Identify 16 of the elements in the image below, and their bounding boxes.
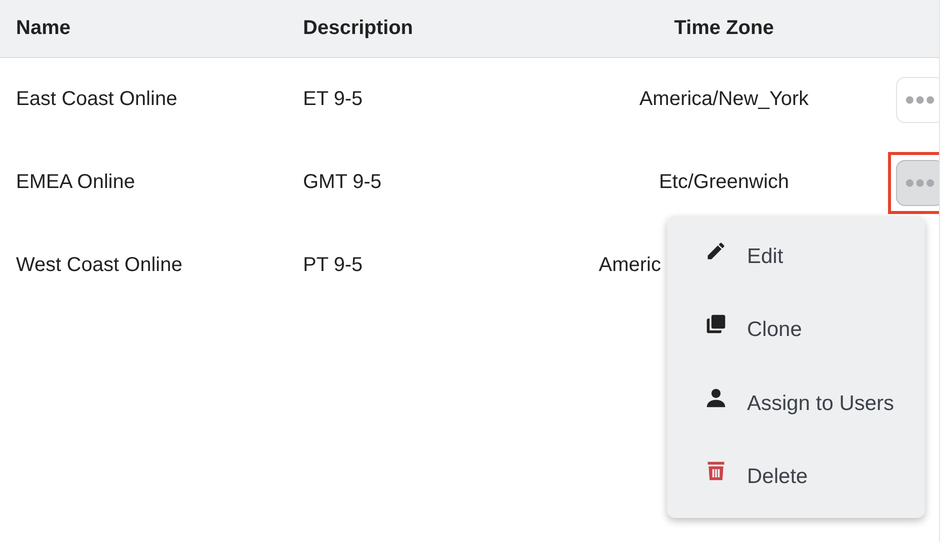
- table-cell-text: West Coast Online: [15, 254, 184, 277]
- table-cell-text: East Coast Online: [15, 88, 178, 111]
- menu-item[interactable]: Clone: [667, 294, 925, 367]
- table-cell: Americ: [598, 254, 661, 276]
- description-header: Description: [303, 17, 414, 40]
- table-cell-text: GMT 9-5: [303, 171, 383, 194]
- time-zone-header: Time Zone: [673, 17, 775, 40]
- table-cell: America/New_York: [639, 88, 809, 110]
- table-cell-text: EMEA Online: [15, 171, 136, 194]
- menu-item[interactable]: Edit: [667, 220, 925, 294]
- name-header: Name: [15, 17, 72, 40]
- table-cell: Etc/Greenwich: [658, 171, 790, 193]
- menu-item[interactable]: Delete: [667, 440, 925, 514]
- table-cell-text: ET 9-5: [303, 88, 364, 111]
- table-cell-text: PT 9-5: [303, 254, 364, 277]
- menu-item[interactable]: Assign to Users: [667, 367, 925, 440]
